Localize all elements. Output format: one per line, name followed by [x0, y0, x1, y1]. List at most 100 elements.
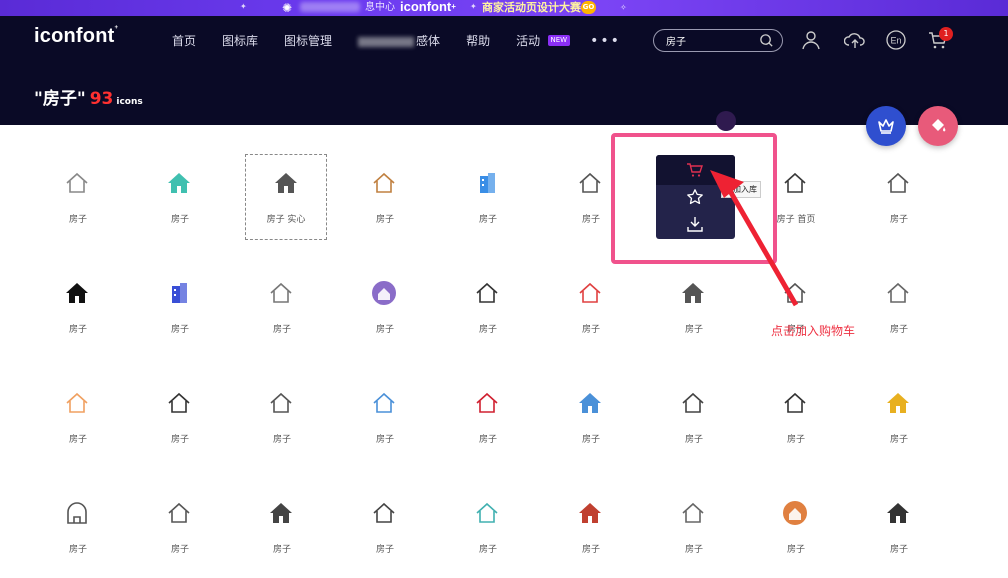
upload-cloud-icon[interactable]: [844, 29, 866, 51]
icon-card[interactable]: 房子: [129, 125, 231, 235]
icon-label: 房子: [272, 435, 291, 445]
house-red-roof-icon: [577, 280, 603, 306]
icon-card[interactable]: 房子: [745, 345, 847, 455]
house-red-orange-icon: [577, 500, 603, 526]
icon-label: 房子: [170, 215, 189, 225]
sparkle-icon: ✺: [282, 1, 293, 15]
icon-label: 房子: [581, 545, 600, 555]
decorative-dot: [716, 111, 736, 131]
icon-label: 房子: [272, 545, 291, 555]
house-orange-circle-icon: [782, 500, 808, 526]
house-blue-flat-icon: [577, 390, 603, 416]
icon-label: 房子: [68, 325, 87, 335]
icon-label: 房子: [170, 325, 189, 335]
user-icon[interactable]: [800, 29, 822, 51]
house-outline-light2-icon: [680, 500, 706, 526]
icon-card[interactable]: 房子: [129, 235, 231, 345]
banner-go-button[interactable]: GO: [581, 1, 596, 14]
icon-card[interactable]: 房子: [437, 455, 539, 565]
icon-card[interactable]: 房子: [334, 455, 436, 565]
icon-card[interactable]: 房子: [334, 235, 436, 345]
house-orange-dashed-icon: [64, 390, 90, 416]
icon-label: 房子: [889, 545, 908, 555]
results-title: "房子" 93 icons: [34, 89, 143, 109]
banner-promo-text: 商家活动页设计大赛: [482, 1, 581, 14]
icon-card[interactable]: 房子 实心: [245, 154, 327, 240]
blurred-text: [300, 2, 360, 12]
search-input[interactable]: [666, 33, 756, 48]
icon-label: 房子: [170, 545, 189, 555]
house-outline-thin-icon: [885, 170, 911, 196]
site-logo[interactable]: iconfont+: [34, 25, 118, 48]
search-box: [653, 29, 783, 52]
icon-card[interactable]: 房子: [437, 235, 539, 345]
icon-label: 房子: [581, 435, 600, 445]
icon-label: 房子: [68, 215, 87, 225]
icon-card[interactable]: 房子: [27, 235, 129, 345]
icon-card[interactable]: 房子: [27, 455, 129, 565]
house-outline-grid-icon: [166, 390, 192, 416]
icon-card[interactable]: 房子: [745, 455, 847, 565]
nav-item-blurred[interactable]: 感体: [358, 33, 440, 49]
house-outline-mini-icon: [166, 500, 192, 526]
icon-label: 房子: [581, 325, 600, 335]
house-solid-icon: [273, 170, 299, 196]
icon-card[interactable]: 房子: [643, 455, 745, 565]
nav-item-icon-manage[interactable]: 图标管理: [284, 33, 332, 49]
icon-card[interactable]: 房子: [540, 345, 642, 455]
icon-card[interactable]: 房子: [334, 345, 436, 455]
icon-card[interactable]: 房子: [643, 345, 745, 455]
icon-card[interactable]: 房子: [27, 345, 129, 455]
house-heart-icon: [474, 500, 500, 526]
sparkle-icon: ✦: [470, 2, 477, 11]
icon-card[interactable]: 房子: [27, 125, 129, 235]
icon-label: 房子: [786, 435, 805, 445]
language-icon[interactable]: En: [885, 29, 907, 51]
icon-label: 房子: [170, 435, 189, 445]
icon-card[interactable]: 房子: [231, 235, 333, 345]
icon-label: 房子: [375, 435, 394, 445]
nav-item-icon-library[interactable]: 图标库: [222, 33, 258, 49]
nav-item-activity[interactable]: 活动 NEW: [516, 33, 571, 49]
promo-banner[interactable]: ✺ 息中心 iconfont+ 商家活动页设计大赛 GO ✦ ✧ ✦: [0, 0, 1008, 16]
icon-card[interactable]: 房子: [437, 345, 539, 455]
icon-card[interactable]: 房子: [129, 455, 231, 565]
icon-card[interactable]: 房子: [231, 455, 333, 565]
main-nav: 首页 图标库 图标管理 感体 帮助 活动 NEW •••: [172, 33, 621, 49]
house-purple-circle-icon: [371, 280, 397, 306]
icon-card[interactable]: 房子: [437, 125, 539, 235]
cart-count-badge: 1: [939, 27, 953, 41]
icon-card[interactable]: 房子: [848, 455, 950, 565]
house-3d-outline-icon: [371, 500, 397, 526]
house-outline-round-icon: [680, 390, 706, 416]
icon-card[interactable]: 房子: [334, 125, 436, 235]
icon-label: 房子: [684, 545, 703, 555]
icon-card[interactable]: 房子: [231, 345, 333, 455]
icon-card[interactable]: 房子: [848, 345, 950, 455]
icon-card[interactable]: 房子: [540, 455, 642, 565]
icon-card[interactable]: 房子: [848, 125, 950, 235]
icon-card[interactable]: 房子: [129, 345, 231, 455]
annotation-arrow: [710, 170, 799, 307]
more-menu-button[interactable]: •••: [590, 33, 621, 49]
building-blue-icon: [474, 170, 500, 196]
house-outline-icon: [577, 170, 603, 196]
bank-outline-icon: [268, 390, 294, 416]
search-icon[interactable]: [759, 33, 774, 48]
svg-text:En: En: [890, 36, 901, 46]
nav-item-help[interactable]: 帮助: [466, 33, 490, 49]
icon-label: 房子: [786, 545, 805, 555]
sparkle-icon: ✧: [620, 3, 627, 12]
icon-card[interactable]: 房子: [848, 235, 950, 345]
nav-item-home[interactable]: 首页: [172, 33, 196, 49]
banner-small-text: 息中心: [365, 2, 395, 13]
house-dark-solid-icon: [268, 500, 294, 526]
house-teal-flat-icon: [166, 170, 192, 196]
icon-label: 房子: [478, 545, 497, 555]
house-blue-flag-icon: [371, 390, 397, 416]
icon-label: 房子: [478, 325, 497, 335]
house-black-small-icon: [885, 500, 911, 526]
house-colorful-icon: [371, 170, 397, 196]
house-black-solid-icon: [64, 280, 90, 306]
new-badge: NEW: [547, 35, 571, 46]
